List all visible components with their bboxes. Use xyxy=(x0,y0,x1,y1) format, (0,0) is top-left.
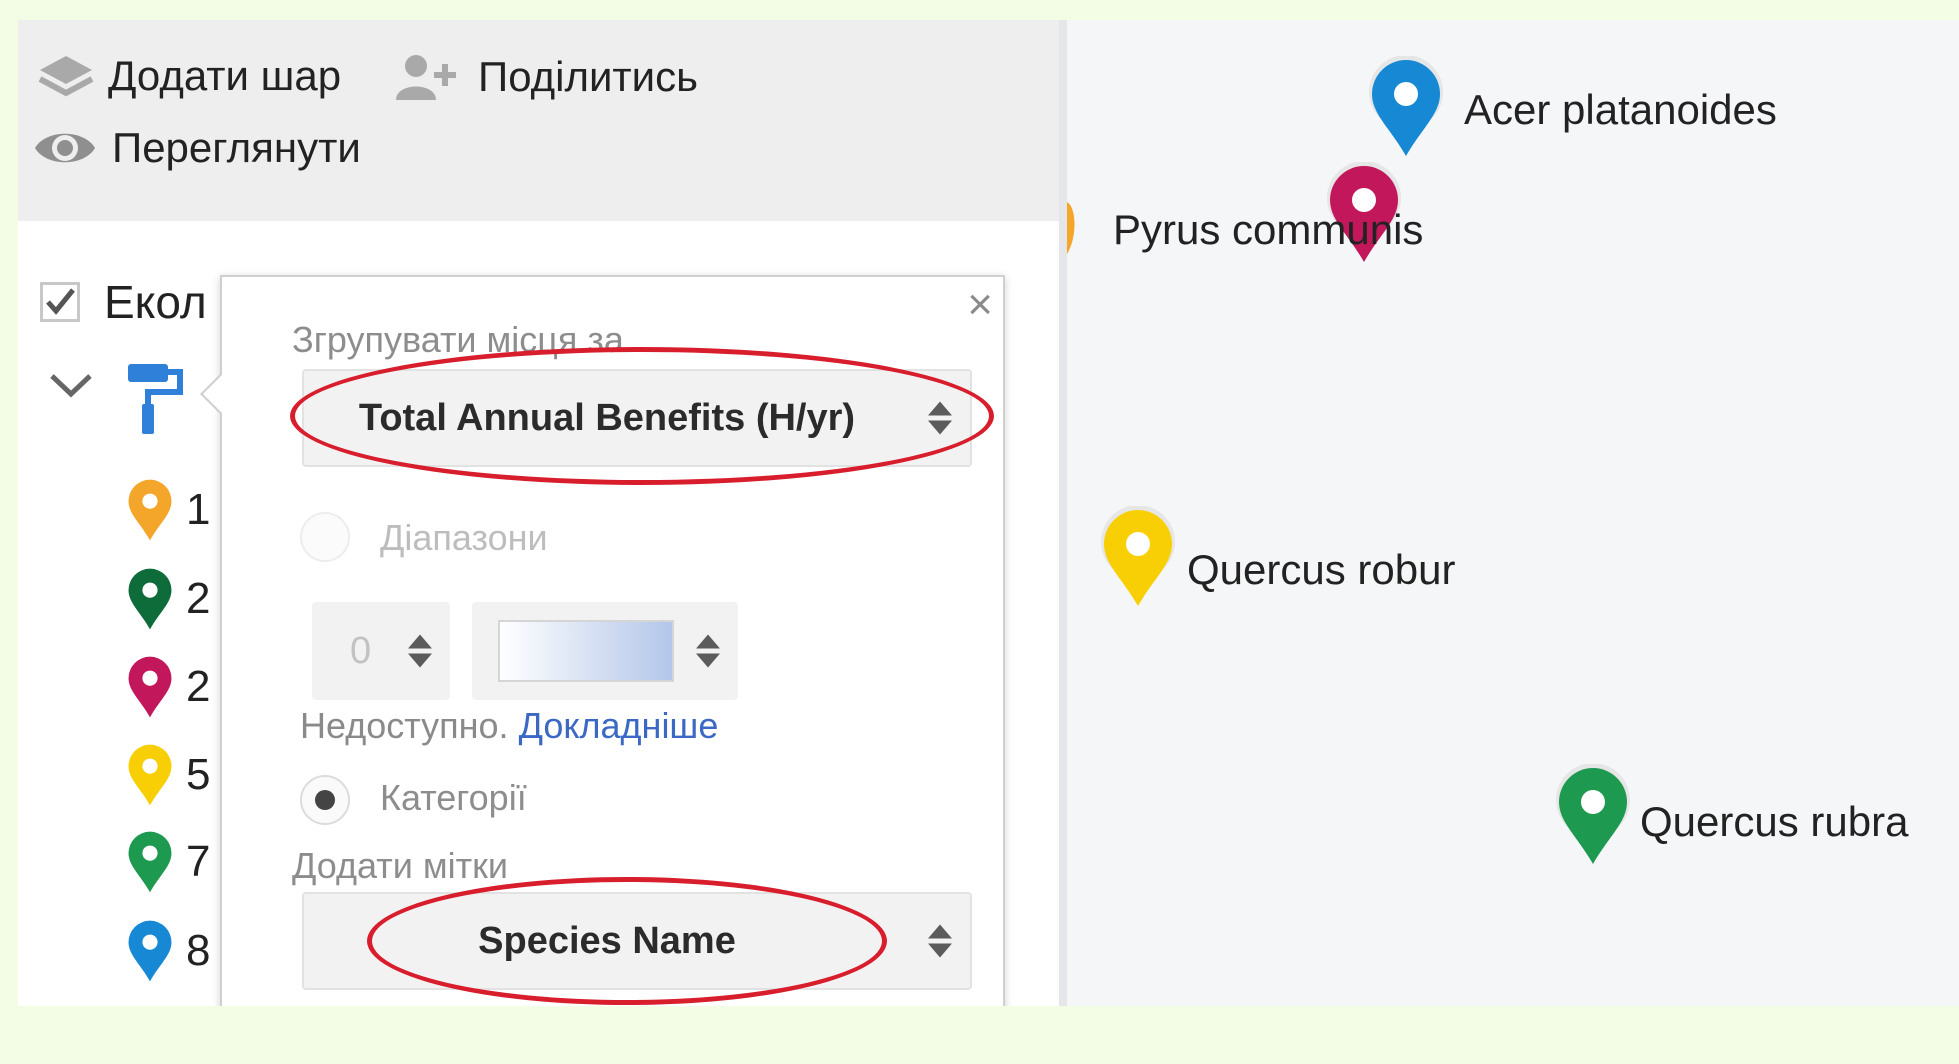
legend-item[interactable]: 5 xyxy=(126,741,210,809)
collapse-chevron-icon[interactable] xyxy=(48,370,94,405)
preview-button[interactable]: Переглянути xyxy=(32,124,361,172)
map-pin-icon xyxy=(1369,55,1443,156)
map-label-quercus-robur: Quercus robur xyxy=(1187,546,1456,593)
categories-radio[interactable] xyxy=(300,775,350,825)
map-pin-icon xyxy=(128,920,172,982)
popup-pointer xyxy=(200,372,223,416)
map-label-acer: Acer platanoides xyxy=(1464,86,1777,133)
map-canvas[interactable]: Acer platanoides Pyrus communis Quercus … xyxy=(1067,20,1959,1006)
layer-name[interactable]: Екол xyxy=(104,275,207,329)
map-marker-acer[interactable] xyxy=(1368,55,1444,165)
close-icon[interactable]: × xyxy=(967,283,993,327)
legend-item[interactable]: 7 xyxy=(126,828,210,896)
legend-count: 5 xyxy=(186,750,211,799)
paint-roller-icon[interactable] xyxy=(126,360,186,445)
ranges-label: Діапазони xyxy=(380,517,548,558)
color-ramp-swatch xyxy=(498,620,674,682)
range-count-stepper[interactable]: 0 xyxy=(312,602,450,700)
color-ramp-select[interactable] xyxy=(472,602,738,700)
select-arrows-icon xyxy=(696,634,720,668)
legend-count: 1 xyxy=(186,485,211,534)
map-marker-quercus-robur[interactable] xyxy=(1100,505,1176,615)
layer-header: Екол xyxy=(40,275,207,329)
map-marker-quercus-rubra[interactable] xyxy=(1555,763,1631,873)
map-pin-icon xyxy=(128,656,172,718)
legend-count: 8 xyxy=(186,926,211,975)
legend-item[interactable]: 2 xyxy=(126,653,210,721)
group-by-select[interactable]: Total Annual Benefits (H/yr) xyxy=(302,369,972,467)
layer-visibility-checkbox[interactable] xyxy=(40,282,80,322)
map-pin-icon xyxy=(128,744,172,806)
layers-icon xyxy=(38,52,94,100)
unavailable-text: Недоступно. xyxy=(300,705,509,746)
preview-label: Переглянути xyxy=(112,124,361,171)
labels-value: Species Name xyxy=(478,919,736,962)
legend-item[interactable]: 8 xyxy=(126,917,210,985)
panel-divider[interactable] xyxy=(1059,20,1067,1006)
map-pin-icon xyxy=(1556,763,1630,864)
add-layer-label: Додати шар xyxy=(108,52,342,99)
eye-icon xyxy=(32,125,98,171)
select-arrows-icon xyxy=(928,924,952,958)
labels-select[interactable]: Species Name xyxy=(302,892,972,990)
style-popup: × Згрупувати місця за Total Annual Benef… xyxy=(200,275,1005,1006)
legend-item[interactable]: 2 xyxy=(126,565,210,633)
ranges-radio[interactable] xyxy=(300,512,350,562)
legend-count: 7 xyxy=(186,837,211,886)
group-by-value: Total Annual Benefits (H/yr) xyxy=(358,396,856,439)
learn-more-link[interactable]: Докладніше xyxy=(519,705,719,746)
map-pin-icon xyxy=(128,568,172,630)
legend-count: 2 xyxy=(186,574,211,623)
map-label-quercus-rubra: Quercus rubra xyxy=(1640,798,1909,845)
legend-item[interactable]: 1 xyxy=(126,476,210,544)
group-by-label: Згрупувати місця за xyxy=(292,319,624,360)
categories-label: Категорії xyxy=(380,777,527,818)
range-count-value: 0 xyxy=(350,629,372,672)
partial-marker-icon xyxy=(1067,202,1075,254)
map-pin-icon xyxy=(128,479,172,541)
map-pin-icon xyxy=(128,831,172,893)
select-arrows-icon xyxy=(928,401,952,435)
radio-dot xyxy=(315,790,335,810)
add-layer-button[interactable]: Додати шар xyxy=(38,52,341,100)
checkmark-icon xyxy=(46,288,75,315)
share-label: Поділитись xyxy=(478,53,699,100)
map-label-pyrus: Pyrus communis xyxy=(1113,206,1424,253)
stepper-arrows-icon xyxy=(408,634,432,668)
add-person-icon xyxy=(394,52,464,102)
map-pin-icon xyxy=(1101,505,1175,606)
share-button[interactable]: Поділитись xyxy=(394,52,698,102)
app-frame: Додати шар Поділитись Переглянути Екол 1… xyxy=(18,20,1959,1006)
toolbar: Додати шар Поділитись Переглянути xyxy=(18,20,1059,221)
add-labels-label: Додати мітки xyxy=(292,845,508,886)
unavailable-note: Недоступно. Докладніше xyxy=(300,705,718,747)
legend-count: 2 xyxy=(186,662,211,711)
